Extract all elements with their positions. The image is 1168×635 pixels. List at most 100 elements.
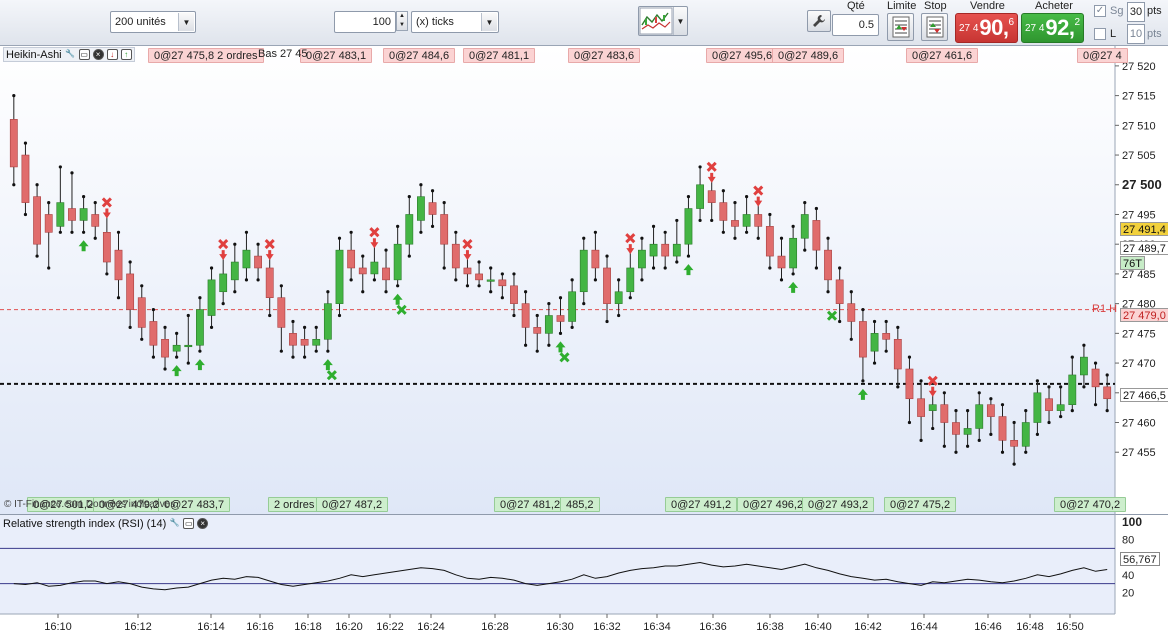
ticks-unit-combo[interactable]: (x) ticks ▼ [411, 11, 499, 33]
order-tag[interactable]: 0@27 475,8 2 ordres [148, 48, 264, 63]
limit-order-button[interactable] [887, 13, 914, 41]
order-tag[interactable]: 2 ordres [268, 497, 321, 512]
move-up-icon[interactable]: ↑ [120, 49, 132, 60]
order-tag[interactable]: 0@27 483,1 [300, 48, 373, 63]
candle-high-dot [686, 195, 691, 199]
candle-high-dot [12, 94, 16, 98]
candle-body [440, 214, 449, 245]
settings-button[interactable] [807, 10, 831, 32]
pts-input-top[interactable]: 30 [1127, 2, 1145, 22]
candle-low-dot [116, 296, 121, 300]
close-icon[interactable]: × [197, 518, 209, 529]
candle-body [986, 404, 995, 417]
candle-high-dot [547, 302, 551, 306]
candle-low-dot [442, 266, 446, 270]
rsi-axis-label: 20 [1122, 587, 1134, 599]
candle-high-dot [570, 278, 574, 282]
candle-body [893, 338, 902, 370]
chevron-down-icon[interactable]: ▼ [673, 7, 687, 35]
order-tag[interactable]: 0@27 496,2 [737, 497, 810, 512]
order-tag[interactable]: 0@27 461,6 [906, 48, 979, 63]
chart-type-button[interactable]: ▼ [638, 6, 688, 36]
order-tag[interactable]: 0@27 470,2 [1054, 497, 1127, 512]
sell-price-main: 90, [979, 15, 1009, 40]
ticks-value-input[interactable]: 100 [334, 11, 396, 33]
chevron-down-icon[interactable]: ▼ [178, 13, 194, 31]
wrench-icon [813, 15, 825, 27]
order-tag[interactable]: 0@27 495,6 [706, 48, 779, 63]
order-tag[interactable]: 0@27 483,6 [568, 48, 641, 63]
candle-body [521, 303, 530, 328]
candle-body [754, 214, 763, 227]
order-tag[interactable]: 0@27 491,2 [665, 497, 738, 512]
sg-checkbox[interactable]: ✓ [1094, 5, 1106, 17]
order-tag[interactable]: 0@27 487,2 [316, 497, 389, 512]
order-tag[interactable]: 0@27 493,2 [802, 497, 875, 512]
pts-input-bottom[interactable]: 10 [1127, 24, 1145, 44]
spin-up-icon[interactable]: ▲ [397, 12, 407, 21]
buy-price-prefix: 27 4 [1024, 22, 1045, 34]
price-marker: 27 466,5 [1120, 388, 1168, 402]
chart-signals-icon [639, 7, 673, 35]
candle-low-dot [931, 426, 935, 431]
candle-low-dot [500, 296, 504, 300]
limit-order-icon [892, 16, 909, 38]
order-tag[interactable]: 0@27 4 [1077, 48, 1128, 63]
order-tag[interactable]: 0@27 484,6 [383, 48, 456, 63]
candle-body [33, 196, 41, 245]
candle-low-dot [175, 355, 179, 359]
move-down-icon[interactable]: ↓ [106, 49, 118, 60]
buy-button[interactable]: 27 4 92, 2 [1021, 13, 1084, 43]
candle-body [1021, 422, 1030, 447]
candle-body [265, 267, 274, 298]
rsi-chart[interactable]: 10080604020 16:1016:1216:1416:1616:1816:… [0, 514, 1168, 635]
l-checkbox[interactable] [1094, 28, 1106, 40]
candle-low-dot [989, 432, 993, 436]
candle-body [312, 338, 321, 346]
order-tag[interactable]: 0@27 481,1 [463, 48, 536, 63]
candle-high-dot [524, 290, 528, 294]
candle-high-dot [396, 224, 400, 228]
order-tag[interactable]: 0@27 481,2 [494, 497, 567, 512]
candle-body [277, 297, 286, 328]
candle-body [975, 404, 984, 429]
candle-low-dot [1047, 420, 1051, 425]
wrench-icon[interactable]: 🔧 [65, 49, 76, 60]
candle-high-dot [93, 200, 97, 205]
price-axis-label: 27 500 [1122, 177, 1162, 192]
candle-body [68, 208, 76, 221]
candle-high-dot [651, 224, 656, 228]
spin-down-icon[interactable]: ▼ [397, 21, 407, 30]
quantity-units-value: 200 unités [115, 16, 166, 28]
candle-low-dot [326, 349, 330, 353]
candle-body [417, 196, 425, 221]
order-tag[interactable]: 0@27 475,2 [884, 497, 957, 512]
candle-body [242, 249, 251, 269]
candle-body [824, 249, 832, 281]
maximize-icon[interactable]: ▭ [183, 518, 195, 529]
quantity-units-combo[interactable]: 200 unités ▼ [110, 11, 196, 33]
candle-low-dot [872, 361, 877, 365]
sell-button[interactable]: 27 4 90, 6 [955, 13, 1018, 43]
time-axis-label: 16:28 [481, 621, 509, 633]
rsi-panel-header: Relative strength index (RSI) (14) 🔧 ▭ × [3, 516, 209, 531]
candle-low-dot [535, 349, 539, 353]
price-chart[interactable]: 27 52027 51527 51027 50527 50027 49527 4… [0, 46, 1168, 514]
ticks-spinner[interactable]: ▲ ▼ [396, 11, 408, 31]
candle-low-dot [23, 212, 28, 217]
price-plot-area [0, 46, 1115, 514]
close-icon[interactable]: × [92, 49, 104, 60]
qty-input[interactable]: 0.5 [832, 14, 879, 36]
stop-order-button[interactable] [921, 13, 948, 41]
wrench-icon[interactable]: 🔧 [169, 518, 180, 529]
maximize-icon[interactable]: ▭ [78, 49, 90, 60]
time-axis-label: 16:22 [376, 621, 404, 633]
order-tag[interactable]: 485,2 [560, 497, 600, 512]
candle-high-dot [1059, 385, 1063, 389]
chevron-down-icon[interactable]: ▼ [481, 13, 497, 31]
price-marker: 27 479,0 [1120, 308, 1168, 322]
candle-low-dot [372, 278, 376, 282]
order-tag[interactable]: 0@27 489,6 [772, 48, 845, 63]
candle-high-dot [23, 141, 28, 145]
candle-high-dot [535, 313, 539, 318]
